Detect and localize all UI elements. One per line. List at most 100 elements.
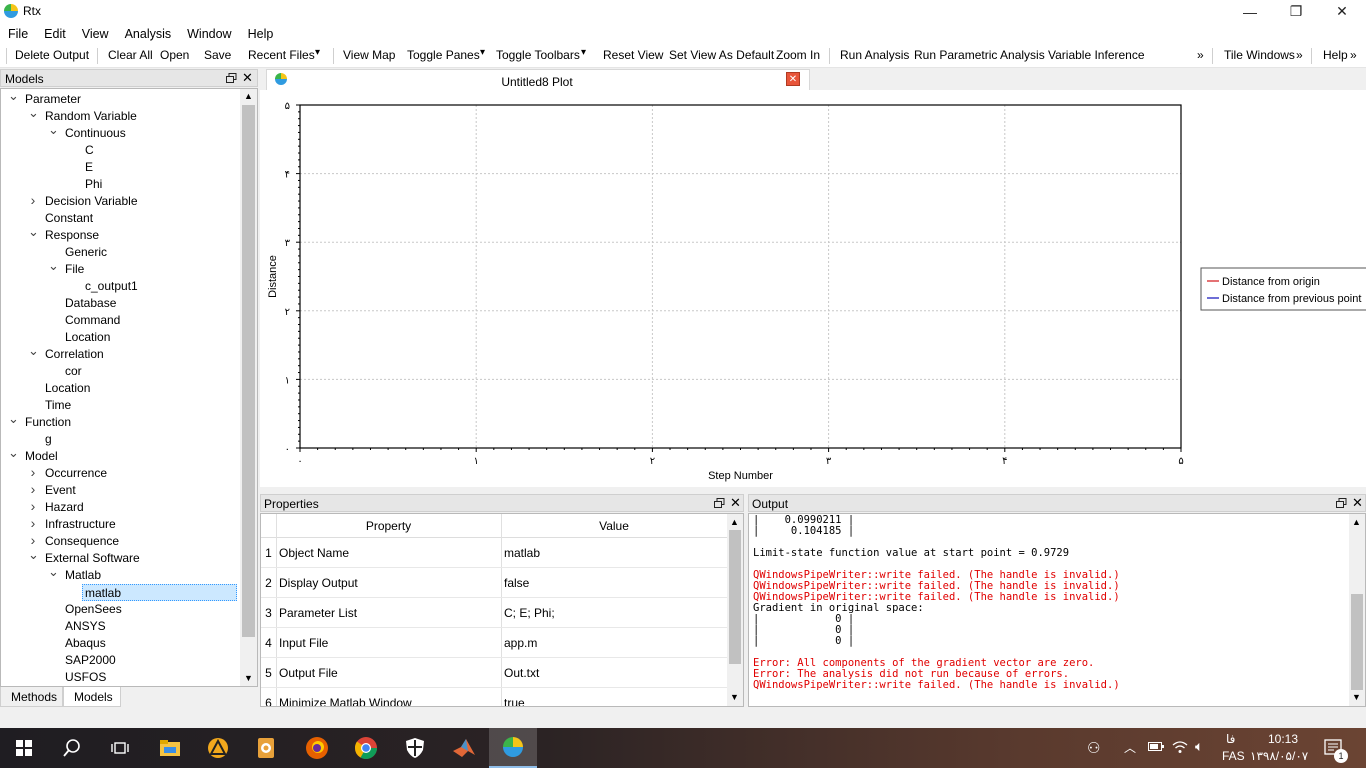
scrollbar-thumb[interactable] [242,105,255,637]
tree-item[interactable]: Hazard [45,499,84,516]
delete-output-button[interactable]: Delete Output [15,48,89,62]
close-panel-icon[interactable]: ✕ [242,70,253,86]
set-view-default-button[interactable]: Set View As Default [669,48,774,62]
close-plot-tab-icon[interactable]: ✕ [786,72,800,86]
undock-icon[interactable] [226,73,237,84]
tree-item[interactable]: OpenSees [65,601,122,618]
clock-time[interactable]: 10:13 [1268,732,1298,746]
language-indicator[interactable]: FAS [1222,749,1245,763]
tree-expander-icon[interactable]: › [28,481,38,497]
tree-item[interactable]: Decision Variable [45,193,138,210]
tree-item[interactable]: Consequence [45,533,119,550]
close-panel-icon[interactable]: ✕ [1352,495,1363,511]
toolbar-overflow-icon[interactable]: » [1197,48,1204,62]
zoom-in-button[interactable]: Zoom In [776,48,820,62]
scroll-down-icon[interactable]: ▼ [730,692,739,702]
table-row[interactable]: 6 Minimize Matlab Window true [261,688,727,706]
scroll-down-icon[interactable]: ▼ [1352,692,1361,702]
scroll-down-icon[interactable]: ▼ [244,673,253,683]
scroll-up-icon[interactable]: ▲ [244,91,253,101]
notification-count[interactable]: 1 [1334,749,1348,763]
tree-expander-icon[interactable]: ⌄ [48,258,59,274]
scroll-up-icon[interactable]: ▲ [1352,517,1361,527]
column-header-property[interactable]: Property [276,519,501,533]
view-map-button[interactable]: View Map [343,48,395,62]
property-value[interactable]: C; E; Phi; [504,606,555,620]
menu-window[interactable]: Window [179,27,239,41]
battery-icon[interactable] [1148,740,1164,755]
tree-item[interactable]: File [65,261,84,278]
tree-item[interactable]: Abaqus [65,635,106,652]
app-orange-icon[interactable] [242,728,290,768]
file-explorer-icon[interactable] [146,728,194,768]
variable-inference-button[interactable]: Variable Inference [1048,48,1145,62]
tree-item[interactable]: External Software [45,550,140,567]
tree-expander-icon[interactable]: › [28,464,38,480]
scrollbar-thumb[interactable] [729,530,741,664]
tree-item[interactable]: matlab [82,584,237,601]
run-parametric-analysis-button[interactable]: Run Parametric Analysis [914,48,1045,62]
property-value[interactable]: true [504,696,525,706]
tree-item[interactable]: C [85,142,94,159]
tree-item[interactable]: Location [45,380,90,397]
tree-expander-icon[interactable]: › [28,498,38,514]
toggle-panes-dropdown-icon[interactable]: ▾ [480,47,485,58]
menu-view[interactable]: View [74,27,117,41]
volume-icon[interactable]: 🔈︎ [1195,738,1203,755]
toolbar-overflow-icon-3[interactable]: » [1350,48,1357,62]
tree-expander-icon[interactable]: ⌄ [8,89,19,104]
models-scrollbar[interactable]: ▲ ▼ [240,89,257,686]
recent-files-button[interactable]: Recent Files [248,48,315,62]
output-console[interactable]: | 0.0990211 | | 0.104185 | Limit-state fun… [748,513,1366,707]
menu-edit[interactable]: Edit [36,27,74,41]
tree-expander-icon[interactable]: ⌄ [8,445,19,461]
property-value[interactable]: false [504,576,529,590]
tab-models[interactable]: Models [63,687,121,707]
menu-file[interactable]: File [0,27,36,41]
help-button[interactable]: Help [1323,48,1348,62]
tree-item[interactable]: Occurrence [45,465,107,482]
menu-help[interactable]: Help [240,27,282,41]
undock-icon[interactable] [714,498,725,509]
tree-expander-icon[interactable]: ⌄ [28,343,39,359]
tile-windows-button[interactable]: Tile Windows [1224,48,1295,62]
tree-item[interactable]: E [85,159,93,176]
toggle-toolbars-dropdown-icon[interactable]: ▾ [581,47,586,58]
toggle-panes-button[interactable]: Toggle Panes [407,48,480,62]
tree-expander-icon[interactable]: ⌄ [48,122,59,138]
toggle-toolbars-button[interactable]: Toggle Toolbars [496,48,580,62]
tree-expander-icon[interactable]: ⌄ [28,224,39,240]
people-icon[interactable]: ⚇ [1087,739,1100,757]
tree-item[interactable]: Matlab [65,567,101,584]
property-value[interactable]: app.m [504,636,537,650]
properties-scrollbar[interactable]: ▲ ▼ [727,514,743,706]
undock-icon[interactable] [1336,498,1347,509]
tab-methods[interactable]: Methods [0,687,63,707]
tree-item[interactable]: g [45,431,52,448]
tree-item[interactable]: Database [65,295,116,312]
tree-item[interactable]: c_output1 [85,278,138,295]
tree-item[interactable]: Command [65,312,120,329]
property-value[interactable]: Out.txt [504,666,539,680]
close-panel-icon[interactable]: ✕ [730,495,741,511]
table-row[interactable]: 2 Display Output false [261,568,727,598]
tree-item[interactable]: SAP2000 [65,652,116,669]
tree-expander-icon[interactable]: ⌄ [28,547,39,563]
recent-files-dropdown-icon[interactable]: ▾ [315,47,320,58]
table-row[interactable]: 3 Parameter List C; E; Phi; [261,598,727,628]
matlab-icon[interactable] [440,728,488,768]
tree-item[interactable]: Model [25,448,58,465]
property-value[interactable]: matlab [504,546,540,560]
wifi-icon[interactable] [1172,740,1188,757]
menu-analysis[interactable]: Analysis [117,27,180,41]
table-row[interactable]: 5 Output File Out.txt [261,658,727,688]
scrollbar-thumb[interactable] [1351,594,1363,690]
tree-item[interactable]: Constant [45,210,93,227]
table-row[interactable]: 4 Input File app.m [261,628,727,658]
clock-date[interactable]: ۱۳۹۸/۰۵/۰۷ [1250,749,1308,763]
tree-item[interactable]: Infrastructure [45,516,116,533]
language-indicator-fa[interactable]: فا [1226,732,1235,746]
tree-item[interactable]: Correlation [45,346,104,363]
app-triangle-icon[interactable] [194,728,242,768]
tree-expander-icon[interactable]: ⌄ [28,105,39,121]
